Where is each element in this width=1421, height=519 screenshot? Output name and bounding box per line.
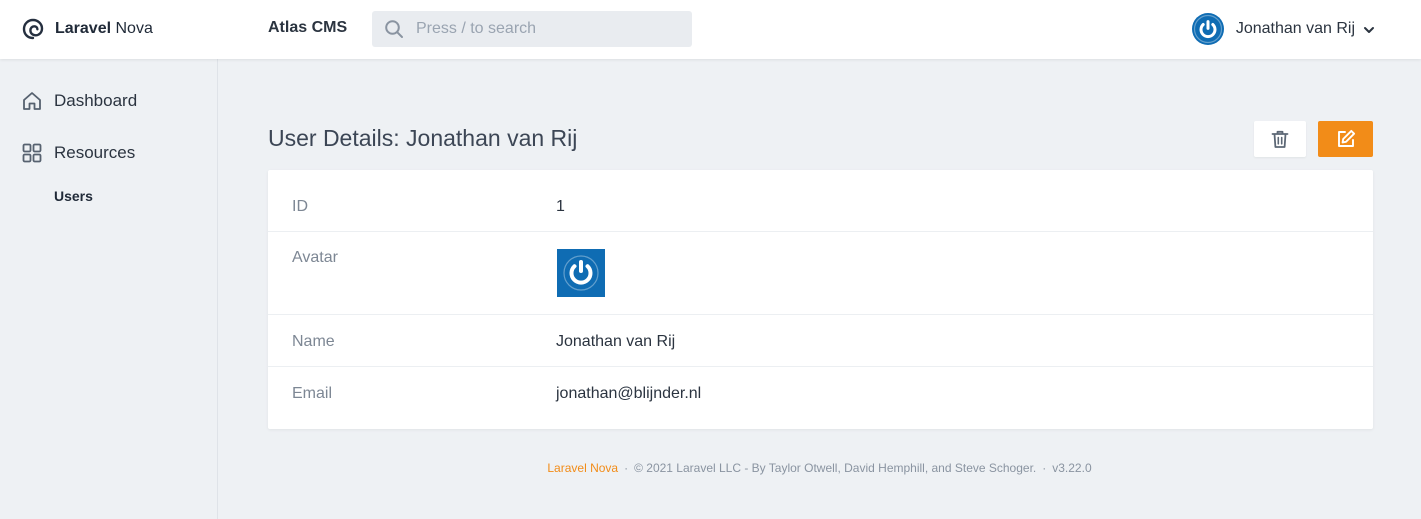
sidebar-item-resources[interactable]: Resources	[21, 142, 135, 164]
footer-brand-link[interactable]: Laravel Nova	[547, 461, 618, 475]
field-row-avatar: Avatar	[268, 232, 1373, 315]
sidebar: Dashboard Resources Users	[0, 59, 218, 519]
search-input[interactable]	[416, 14, 676, 44]
field-label: Avatar	[292, 249, 338, 266]
delete-button[interactable]	[1254, 121, 1306, 157]
app-root: Laravel Nova Atlas CMS Jonatha	[0, 0, 1421, 519]
search-icon	[384, 19, 404, 39]
page-title: User Details: Jonathan van Rij	[268, 125, 578, 151]
sidebar-item-dashboard[interactable]: Dashboard	[21, 90, 137, 112]
sidebar-item-label: Dashboard	[54, 91, 138, 110]
avatar	[557, 249, 605, 297]
footer-version: v3.22.0	[1052, 461, 1092, 475]
brand-name-rest: Nova	[111, 20, 153, 37]
edit-icon	[1337, 129, 1355, 147]
field-value: jonathan@blijnder.nl	[556, 385, 702, 402]
brand-name-bold: Laravel	[55, 20, 112, 37]
field-label: ID	[292, 198, 308, 215]
user-menu[interactable]: Jonathan van Rij	[1191, 13, 1375, 45]
detail-card: ID 1 Avatar Name Jonathan van Rij Email …	[268, 170, 1373, 429]
field-label: Email	[292, 385, 333, 402]
field-value: Jonathan van Rij	[556, 333, 676, 350]
grid-icon	[21, 142, 43, 164]
sidebar-item-label: Resources	[54, 143, 136, 162]
footer-separator: ·	[1042, 461, 1047, 475]
home-icon	[21, 90, 43, 112]
footer-separator: ·	[624, 461, 629, 475]
top-bar: Laravel Nova Atlas CMS Jonatha	[0, 0, 1421, 59]
search-box[interactable]	[372, 11, 692, 47]
brand-name: Laravel Nova	[55, 20, 153, 38]
field-row-name: Name Jonathan van Rij	[268, 315, 1373, 367]
footer-copyright: © 2021 Laravel LLC - By Taylor Otwell, D…	[634, 461, 1037, 475]
app-name: Atlas CMS	[268, 19, 348, 36]
power-icon	[1191, 13, 1224, 45]
field-label: Name	[292, 333, 335, 350]
sidebar-item-users[interactable]: Users	[54, 188, 93, 204]
trash-icon	[1271, 130, 1289, 148]
user-name: Jonathan van Rij	[1235, 20, 1355, 37]
field-row-email: Email jonathan@blijnder.nl	[268, 367, 1373, 429]
field-row-id: ID 1	[268, 170, 1373, 232]
brand[interactable]: Laravel Nova	[21, 16, 153, 42]
edit-button[interactable]	[1318, 121, 1373, 157]
footer: Laravel Nova · © 2021 Laravel LLC - By Tay…	[218, 461, 1421, 475]
chevron-down-icon	[1363, 23, 1375, 35]
laravel-nova-logo-icon	[21, 17, 45, 41]
field-value: 1	[556, 198, 565, 215]
